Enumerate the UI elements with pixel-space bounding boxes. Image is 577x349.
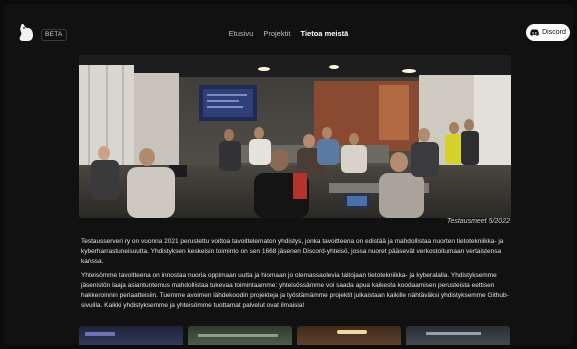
hero-photo — [79, 55, 511, 218]
photo-gallery — [79, 326, 511, 345]
event-photo-illustration — [79, 55, 511, 218]
discord-button[interactable]: Discord — [526, 24, 570, 41]
discord-icon — [530, 29, 539, 36]
photo-caption: Testausmeet 5/2022 — [446, 218, 510, 225]
gallery-image-1[interactable] — [79, 326, 183, 345]
nav-link-tietoa-meista[interactable]: Tietoa meistä — [301, 29, 349, 38]
about-paragraph-1: Testausserveri ry on vuonna 2021 peruste… — [81, 238, 504, 265]
gallery-image-4[interactable] — [406, 326, 510, 345]
page-frame: BETA Etusivu Projektit Tietoa meistä Dis… — [4, 4, 573, 345]
gallery-image-3[interactable] — [297, 326, 401, 345]
gallery-image-2[interactable] — [188, 326, 292, 345]
about-paragraph-2: Yhteisömme tavoitteena on innostaa nuori… — [81, 272, 509, 309]
main-navigation: Etusivu Projektit Tietoa meistä — [4, 28, 573, 40]
top-navigation-bar: BETA Etusivu Projektit Tietoa meistä Dis… — [4, 4, 573, 58]
nav-link-projektit[interactable]: Projektit — [263, 29, 290, 38]
discord-button-label: Discord — [542, 29, 566, 36]
nav-link-etusivu[interactable]: Etusivu — [229, 29, 254, 38]
